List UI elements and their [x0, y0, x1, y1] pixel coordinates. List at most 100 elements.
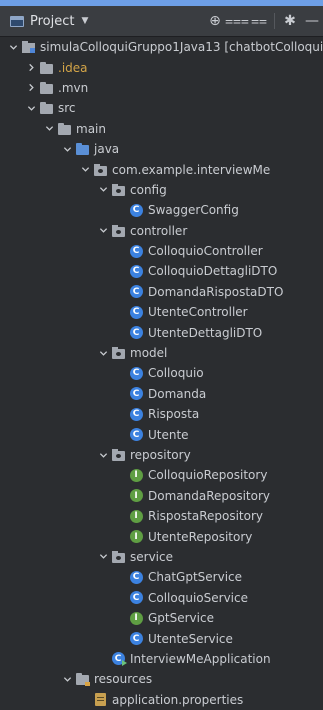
tree-item-com-example-interviewme[interactable]: com.example.interviewMe	[0, 159, 323, 179]
tree-item-colloquioservice[interactable]: C ColloquioService	[0, 588, 323, 608]
tree-item-rispostarepository[interactable]: I RispostaRepository	[0, 506, 323, 526]
tree-item-name: com.example.interviewMe	[112, 162, 271, 177]
tree-item-config[interactable]: config	[0, 180, 323, 200]
tree-item-colloquiodettaglidto[interactable]: C ColloquioDettagliDTO	[0, 261, 323, 281]
tree-item-label: SwaggerConfig	[148, 203, 239, 217]
tree-item-name: main	[76, 121, 106, 136]
tree-item-main[interactable]: main	[0, 119, 323, 139]
tree-item-label: RispostaRepository	[148, 509, 263, 523]
chevron-right-icon[interactable]	[26, 83, 36, 93]
chevron-down-icon[interactable]	[26, 103, 36, 113]
tree-item-name: Risposta	[148, 407, 200, 422]
chevron-down-icon[interactable]	[98, 450, 108, 460]
package-icon	[111, 550, 125, 564]
chevron-down-icon[interactable]	[80, 165, 90, 175]
chevron-down-icon[interactable]	[8, 42, 18, 52]
locate-icon[interactable]: ⊕	[204, 10, 226, 32]
tree-item-name: Colloquio	[148, 366, 204, 381]
tree-item-name: config	[130, 182, 167, 197]
tree-item-service[interactable]: service	[0, 547, 323, 567]
tree-item-repository[interactable]: repository	[0, 445, 323, 465]
tree-item-label: ColloquioRepository	[148, 468, 267, 482]
tree-item-chatgptservice[interactable]: C ChatGptService	[0, 567, 323, 587]
tree-item-colloquio[interactable]: C Colloquio	[0, 363, 323, 383]
tree-item-domanda[interactable]: C Domanda	[0, 384, 323, 404]
class-icon: C	[129, 428, 143, 442]
chevron-down-icon[interactable]	[98, 348, 108, 358]
tree-item-domandarispostadto[interactable]: C DomandaRispostaDTO	[0, 282, 323, 302]
tree-item-name: .idea	[58, 60, 88, 75]
tree-item-label: UtenteDettagliDTO	[148, 326, 262, 340]
chevron-down-icon[interactable]	[62, 674, 72, 684]
tree-item-label: model	[130, 346, 167, 360]
package-icon	[111, 448, 125, 462]
tree-item-resources[interactable]: resources	[0, 669, 323, 689]
class-icon: C	[129, 305, 143, 319]
chevron-down-icon[interactable]	[98, 226, 108, 236]
chevron-down-icon: ▼	[81, 16, 89, 26]
tree-item-utenteservice[interactable]: C UtenteService	[0, 628, 323, 648]
tree-item-name: simulaColloquiGruppo1Java13	[40, 40, 221, 55]
tree-item-name: InterviewMeApplication	[130, 651, 271, 666]
tree-item-simulacolloquigruppo1java13[interactable]: simulaColloquiGruppo1Java13 [chatbotColl…	[0, 37, 323, 57]
project-view-selector[interactable]: Project ▼	[10, 14, 88, 29]
tree-item-java[interactable]: java	[0, 139, 323, 159]
tree-item-controller[interactable]: controller	[0, 221, 323, 241]
source-folder-icon	[75, 142, 89, 156]
tree-item-utenterepository[interactable]: I UtenteRepository	[0, 526, 323, 546]
tree-item-label: ChatGptService	[148, 570, 242, 584]
tree-item-idea[interactable]: .idea	[0, 57, 323, 77]
expand-all-icon[interactable]: ⩶	[225, 10, 249, 32]
class-icon: C	[129, 387, 143, 401]
hide-icon[interactable]: —	[301, 10, 323, 32]
tree-item-name: UtenteController	[148, 305, 248, 320]
tree-item-mvn[interactable]: .mvn	[0, 78, 323, 98]
chevron-down-icon[interactable]	[98, 185, 108, 195]
chevron-down-icon[interactable]	[62, 144, 72, 154]
class-icon: C	[129, 591, 143, 605]
tree-item-name: model	[130, 346, 168, 361]
tree-item-utentedettaglidto[interactable]: C UtenteDettagliDTO	[0, 322, 323, 342]
tree-item-name: ColloquioRepository	[148, 468, 268, 483]
tree-item-domandarepository[interactable]: I DomandaRepository	[0, 486, 323, 506]
class-icon: C	[129, 326, 143, 340]
application-class-icon: C	[111, 652, 127, 667]
tree-item-interviewmeapplication[interactable]: C InterviewMeApplication	[0, 649, 323, 669]
settings-icon[interactable]: ✱	[279, 10, 301, 32]
tree-item-name: DomandaRepository	[148, 488, 271, 503]
tree-item-label: Colloquio	[148, 366, 204, 380]
tree-item-label: simulaColloquiGruppo1Java13 [chatbotColl…	[40, 40, 323, 54]
tree-item-name: DomandaRispostaDTO	[148, 284, 284, 299]
tree-item-label: .idea	[58, 61, 88, 75]
tree-item-utentecontroller[interactable]: C UtenteController	[0, 302, 323, 322]
tree-item-gptservice[interactable]: I GptService	[0, 608, 323, 628]
tree-item-label: UtenteController	[148, 305, 248, 319]
project-window-icon	[10, 15, 24, 27]
properties-file-icon	[93, 693, 107, 707]
tree-item-name: GptService	[148, 611, 214, 626]
tree-item-src[interactable]: src	[0, 98, 323, 118]
tree-item-name: java	[94, 142, 120, 157]
tree-item-utente[interactable]: C Utente	[0, 424, 323, 444]
tree-item-label: GptService	[148, 611, 214, 625]
chevron-down-icon[interactable]	[98, 552, 108, 562]
module-name-suffix: [chatbotColloquio]	[224, 40, 323, 55]
tree-item-label: config	[130, 183, 167, 197]
tree-item-swaggerconfig[interactable]: C SwaggerConfig	[0, 200, 323, 220]
collapse-all-icon[interactable]: ⩵	[248, 10, 270, 32]
interface-icon: I	[129, 509, 143, 523]
chevron-down-icon[interactable]	[44, 124, 54, 134]
tree-item-model[interactable]: model	[0, 343, 323, 363]
tree-item-label: ColloquioService	[148, 591, 248, 605]
tree-item-name: RispostaRepository	[148, 509, 264, 524]
chevron-right-icon[interactable]	[26, 63, 36, 73]
tree-item-colloquiorepository[interactable]: I ColloquioRepository	[0, 465, 323, 485]
tree-item-application-properties[interactable]: application.properties	[0, 690, 323, 710]
class-icon: C	[129, 203, 143, 217]
project-tree: simulaColloquiGruppo1Java13 [chatbotColl…	[0, 37, 323, 710]
project-view-title: Project	[30, 13, 75, 29]
toolbar-separator	[274, 13, 275, 29]
tree-item-colloquiocontroller[interactable]: C ColloquioController	[0, 241, 323, 261]
tree-item-risposta[interactable]: C Risposta	[0, 404, 323, 424]
tree-item-label: java	[94, 142, 119, 156]
